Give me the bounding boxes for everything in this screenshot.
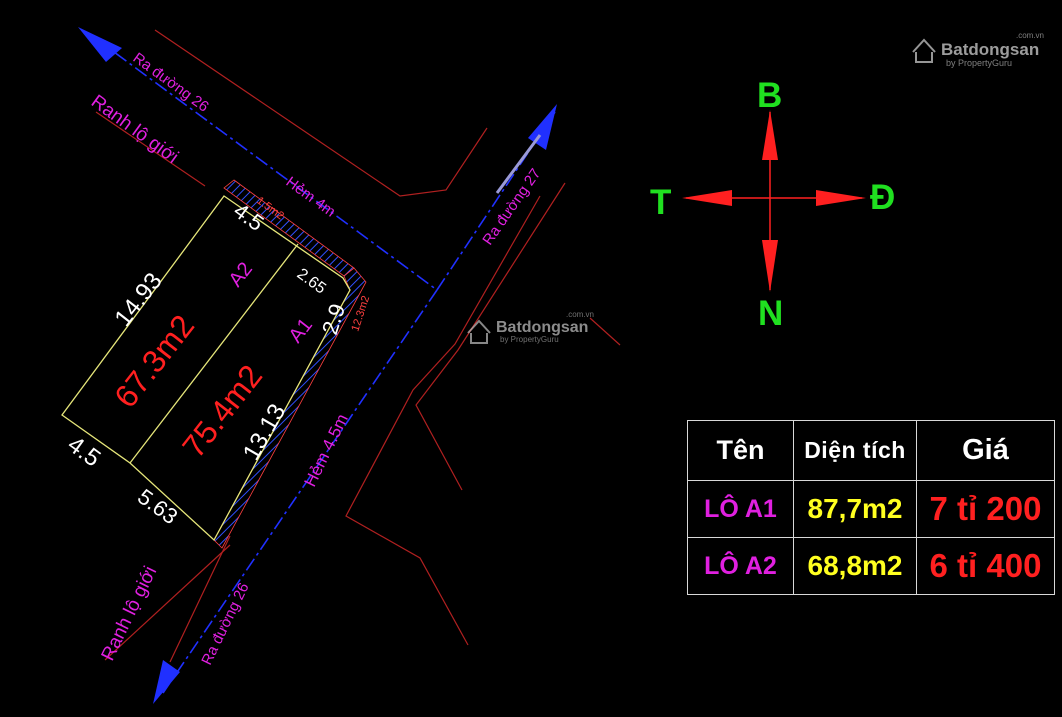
arrow-head-road-26-bottom (153, 660, 180, 704)
site-plan: Batdongsan .com.vn by PropertyGuru Batdo… (61, 27, 1044, 704)
lot-price: 6 tỉ 400 (916, 537, 1055, 595)
header-area: Diện tích (793, 420, 917, 481)
table-header-row: Tên Diện tích Giá (687, 420, 1055, 481)
plot-a1-label: A1 (285, 314, 317, 347)
lot-area: 68,8m2 (793, 537, 917, 595)
label-alley-4m: Hẻm 4m (283, 173, 339, 220)
arrow-head-road-26-top (78, 27, 122, 62)
compass-west: T (650, 183, 671, 222)
watermark-tagline: by PropertyGuru (946, 58, 1012, 68)
label-alley-4-5m: Hẻm 4.5m (301, 411, 352, 490)
watermark-brand: Batdongsan (941, 40, 1039, 59)
compass-south: N (758, 294, 783, 333)
label-boundary-bottom: Ranh lộ giới (98, 563, 162, 664)
dim-chamfer-a: 2.65 (294, 265, 329, 297)
compass: B N Đ T (650, 76, 895, 333)
watermark-center: Batdongsan .com.vn by PropertyGuru (467, 310, 594, 344)
label-boundary-top: Ranh lộ giới (87, 91, 182, 168)
lot-price: 7 tỉ 200 (916, 480, 1055, 538)
dim-left: 14.93 (109, 268, 167, 332)
price-table: Tên Diện tích Giá LÔ A1 87,7m2 7 tỉ 200 … (687, 420, 1055, 595)
table-row: LÔ A1 87,7m2 7 tỉ 200 (687, 480, 1055, 538)
watermark-brand: Batdongsan (496, 319, 588, 336)
watermark-domain: .com.vn (566, 310, 594, 319)
plot-a2-label: A2 (225, 258, 257, 291)
arrow-north-icon (762, 110, 778, 160)
watermark-top: Batdongsan .com.vn by PropertyGuru (912, 31, 1044, 68)
house-logo-icon (912, 38, 936, 63)
arrow-south-icon (762, 240, 778, 292)
watermark-domain: .com.vn (1016, 31, 1044, 40)
arrow-west-icon (682, 190, 732, 206)
label-road-26-bottom: Ra đường 26 (198, 580, 252, 668)
lot-name: LÔ A2 (687, 537, 794, 595)
table-row: LÔ A2 68,8m2 6 tỉ 400 (687, 537, 1055, 595)
arrow-east-icon (816, 190, 866, 206)
compass-north: B (757, 76, 782, 115)
lot-name: LÔ A1 (687, 480, 794, 538)
watermark-tagline: by PropertyGuru (500, 335, 559, 344)
compass-east: Đ (870, 178, 895, 217)
lot-area: 87,7m2 (793, 480, 917, 538)
dim-bottom-left: 4.5 (62, 431, 105, 472)
header-price: Giá (916, 420, 1055, 481)
header-name: Tên (687, 420, 794, 481)
dim-bottom: 5.63 (133, 484, 182, 529)
house-logo-icon (467, 319, 491, 344)
